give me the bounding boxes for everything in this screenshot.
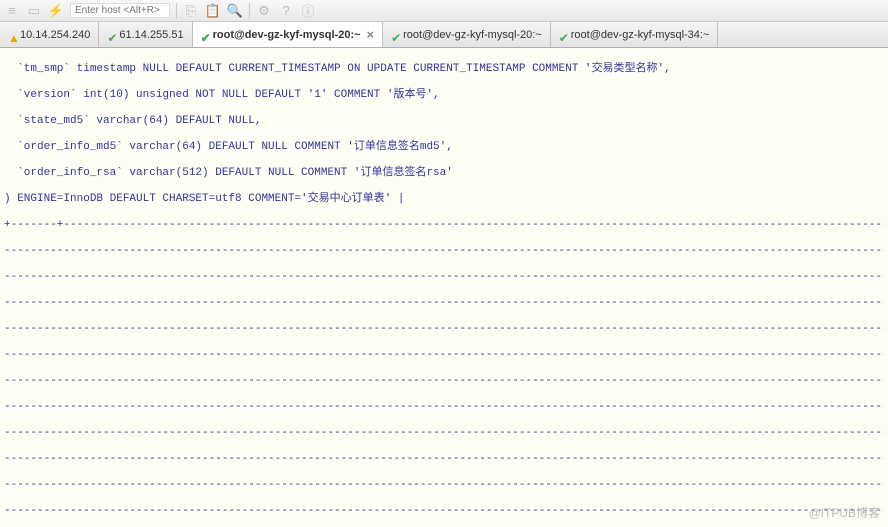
schema-line: `state_md5` varchar(64) DEFAULT NULL,	[4, 115, 884, 128]
check-icon: ✔	[391, 31, 399, 39]
new-icon[interactable]: ▭	[26, 3, 42, 19]
tab-label: 61.14.255.51	[119, 29, 183, 41]
tab-2[interactable]: ✔ root@dev-gz-kyf-mysql-20:~ ×	[193, 22, 384, 47]
host-input[interactable]	[70, 3, 170, 18]
ruler-line: ----------------------------------------…	[4, 323, 884, 336]
ruler-line: ----------------------------------------…	[4, 453, 884, 466]
help-icon[interactable]: ?	[278, 3, 294, 19]
tab-label: root@dev-gz-kyf-mysql-20:~	[213, 29, 361, 41]
toolbar-divider	[249, 3, 250, 19]
ruler-line: ----------------------------------------…	[4, 505, 884, 518]
ruler-line: ----------------------------------------…	[4, 427, 884, 440]
watermark: @ITPUB博客	[808, 504, 880, 521]
top-toolbar: ≡ ▭ ⚡ ⎘ 📋 🔍 ⚙ ? ⓘ	[0, 0, 888, 22]
info-icon[interactable]: ⓘ	[300, 3, 316, 19]
tab-bar: ▲ 10.14.254.240 ✔ 61.14.255.51 ✔ root@de…	[0, 22, 888, 48]
ruler-line: ----------------------------------------…	[4, 297, 884, 310]
check-icon: ✔	[559, 31, 567, 39]
close-icon[interactable]: ×	[367, 27, 375, 42]
menu-icon[interactable]: ≡	[4, 3, 20, 19]
tab-label: root@dev-gz-kyf-mysql-34:~	[571, 29, 710, 41]
ruler-line: ----------------------------------------…	[4, 401, 884, 414]
check-icon: ✔	[107, 31, 115, 39]
warning-icon: ▲	[8, 31, 16, 39]
terminal-output[interactable]: `tm_smp` timestamp NULL DEFAULT CURRENT_…	[0, 48, 888, 527]
bolt-icon[interactable]: ⚡	[48, 3, 64, 19]
search-icon[interactable]: 🔍	[227, 3, 243, 19]
schema-line: `order_info_rsa` varchar(512) DEFAULT NU…	[4, 167, 884, 180]
ruler-line: ----------------------------------------…	[4, 479, 884, 492]
tab-label: root@dev-gz-kyf-mysql-20:~	[403, 29, 542, 41]
ruler-line: ----------------------------------------…	[4, 375, 884, 388]
tab-3[interactable]: ✔ root@dev-gz-kyf-mysql-20:~	[383, 22, 551, 47]
ruler-line: +-------+-------------------------------…	[4, 219, 884, 232]
schema-line: `tm_smp` timestamp NULL DEFAULT CURRENT_…	[4, 63, 884, 76]
schema-line: `order_info_md5` varchar(64) DEFAULT NUL…	[4, 141, 884, 154]
ruler-line: ----------------------------------------…	[4, 271, 884, 284]
tab-0[interactable]: ▲ 10.14.254.240	[0, 22, 99, 47]
tab-4[interactable]: ✔ root@dev-gz-kyf-mysql-34:~	[551, 22, 719, 47]
check-icon: ✔	[201, 31, 209, 39]
copy-icon[interactable]: ⎘	[183, 3, 199, 19]
tab-label: 10.14.254.240	[20, 29, 90, 41]
schema-line: `version` int(10) unsigned NOT NULL DEFA…	[4, 89, 884, 102]
schema-line: ) ENGINE=InnoDB DEFAULT CHARSET=utf8 COM…	[4, 193, 884, 206]
settings-icon[interactable]: ⚙	[256, 3, 272, 19]
ruler-line: ----------------------------------------…	[4, 349, 884, 362]
paste-icon[interactable]: 📋	[205, 3, 221, 19]
tab-1[interactable]: ✔ 61.14.255.51	[99, 22, 192, 47]
ruler-line: ----------------------------------------…	[4, 245, 884, 258]
toolbar-divider	[176, 3, 177, 19]
